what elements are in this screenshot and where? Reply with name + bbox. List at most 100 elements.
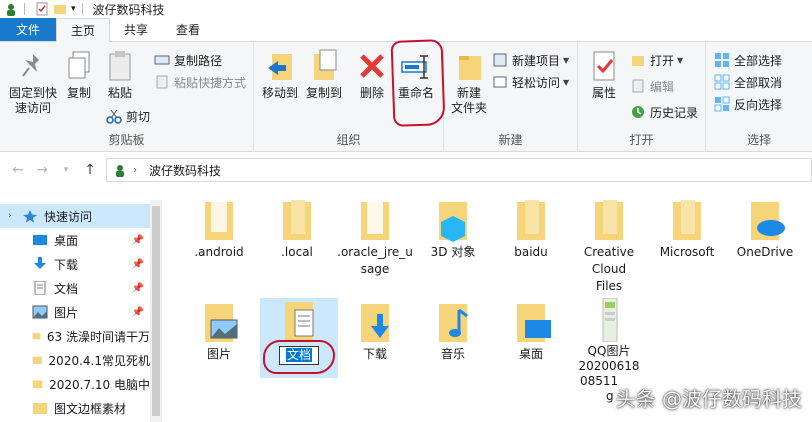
title-bar: ▾ 波仔数码科技 bbox=[0, 0, 812, 18]
nav-folder-1[interactable]: 63 洗澡时间请干万 bbox=[0, 324, 150, 348]
nav-quick-access[interactable]: › 快速访问 bbox=[0, 204, 150, 228]
select-none-button[interactable]: 全部取消 bbox=[714, 72, 782, 92]
rename-text-selected[interactable]: 文档 bbox=[285, 348, 312, 362]
properties-quick-icon[interactable] bbox=[35, 2, 49, 16]
cut-button[interactable]: 剪切 bbox=[106, 106, 150, 126]
tab-view[interactable]: 查看 bbox=[162, 18, 214, 41]
select-all-button[interactable]: 全部选择 bbox=[714, 50, 782, 70]
tab-file[interactable]: 文件 bbox=[0, 18, 57, 41]
folder-icon bbox=[283, 200, 311, 240]
new-item-button[interactable]: 新建项目 ▼ bbox=[492, 50, 569, 70]
file-item[interactable]: 音乐 bbox=[414, 300, 492, 363]
folder-icon bbox=[205, 200, 233, 240]
easy-access-chevron-down-icon: ▼ bbox=[563, 77, 570, 87]
file-item[interactable]: OneDrive bbox=[726, 198, 804, 261]
file-name: 3D 对象 bbox=[430, 245, 476, 259]
tab-share[interactable]: 共享 bbox=[110, 18, 162, 41]
desktop-folder-icon bbox=[517, 304, 551, 342]
nav-downloads[interactable]: 下载 📌 bbox=[0, 252, 150, 276]
history-button[interactable]: 历史记录 bbox=[630, 102, 698, 122]
nav-desktop[interactable]: 桌面 📌 bbox=[0, 228, 150, 252]
nav-folder-2[interactable]: 2020.4.1常见死机 bbox=[0, 348, 150, 372]
breadcrumb-current[interactable]: 波仔数码科技 bbox=[149, 162, 221, 179]
up-arrow-icon[interactable]: ↑ bbox=[78, 162, 102, 178]
recent-locations-chevron-icon[interactable]: ▾ bbox=[54, 165, 78, 175]
expand-chevron-icon[interactable]: › bbox=[8, 211, 12, 221]
file-item[interactable]: 图片 bbox=[180, 300, 258, 363]
quick-access-separator bbox=[24, 3, 25, 15]
invert-selection-icon bbox=[714, 96, 730, 112]
nav-scrollbar-thumb[interactable] bbox=[152, 206, 160, 416]
nav-label: 图文边框素材 bbox=[54, 401, 127, 416]
file-item[interactable]: .oracle_jre_usage bbox=[336, 198, 414, 278]
organize-group: 移动到 复制到 删除 重命名 组织 bbox=[254, 42, 444, 152]
onedrive-folder-icon bbox=[751, 202, 785, 240]
file-name: 桌面 bbox=[518, 347, 543, 361]
properties-icon bbox=[593, 51, 615, 81]
edit-button[interactable]: 编辑 bbox=[630, 76, 674, 96]
nav-documents[interactable]: 文档 📌 bbox=[0, 276, 150, 300]
nav-folder-3[interactable]: 2020.7.10 电脑中 bbox=[0, 372, 150, 396]
copy-to-label: 复制到 bbox=[305, 86, 342, 100]
rename-button[interactable]: 重命名 bbox=[394, 48, 438, 101]
invert-selection-button[interactable]: 反向选择 bbox=[714, 94, 782, 114]
folder-icon bbox=[32, 380, 43, 389]
pin-quick-label: 固定到快 bbox=[8, 86, 57, 100]
address-bar[interactable]: › 波仔数码科技 bbox=[106, 158, 812, 182]
open-button[interactable]: 打开 ▼ bbox=[630, 50, 683, 70]
rename-input[interactable]: 文档 bbox=[278, 346, 319, 365]
nav-folder-4[interactable]: 图文边框素材 bbox=[0, 396, 150, 420]
file-item[interactable]: .local bbox=[258, 198, 336, 261]
customize-quick-access-icon[interactable]: ▾ bbox=[71, 4, 76, 14]
folder-icon bbox=[517, 200, 545, 240]
file-item[interactable]: Creative Cloud Files bbox=[570, 198, 648, 295]
nav-pictures[interactable]: 图片 📌 bbox=[0, 300, 150, 324]
move-to-label: 移动到 bbox=[261, 86, 298, 100]
file-name: .oracle_jre_usage bbox=[337, 245, 413, 276]
open-label: 打开 bbox=[650, 53, 675, 68]
copy-path-button[interactable]: 复制路径 bbox=[154, 50, 222, 70]
nav-label: 桌面 bbox=[54, 233, 79, 248]
new-folder-label-2: 文件夹 bbox=[450, 101, 487, 115]
paste-label: 粘贴 bbox=[107, 86, 132, 100]
forward-arrow-icon[interactable]: → bbox=[30, 162, 54, 178]
invert-selection-label: 反向选择 bbox=[734, 97, 783, 112]
file-item[interactable]: 下载 bbox=[336, 300, 414, 363]
delete-button[interactable]: 删除 bbox=[356, 48, 388, 101]
file-item[interactable]: 3D 对象 bbox=[414, 198, 492, 261]
folder-icon bbox=[595, 200, 623, 240]
new-folder-button[interactable]: 新建 文件夹 bbox=[448, 48, 490, 116]
file-item[interactable]: Microsoft bbox=[648, 198, 726, 261]
back-arrow-icon[interactable]: ← bbox=[6, 162, 30, 178]
properties-button[interactable]: 属性 bbox=[586, 48, 622, 101]
folder-icon bbox=[361, 200, 389, 240]
file-item[interactable]: .android bbox=[180, 198, 258, 261]
file-item[interactable]: baidu bbox=[492, 198, 570, 261]
copy-button[interactable]: 复制 bbox=[62, 48, 96, 101]
pin-quick-access-button[interactable]: 固定到快 速访问 bbox=[6, 48, 60, 116]
app-icon[interactable] bbox=[4, 2, 18, 16]
tab-home[interactable]: 主页 bbox=[56, 18, 111, 42]
paste-shortcut-label: 粘贴快捷方式 bbox=[174, 75, 247, 90]
file-item-selected[interactable]: 文档 bbox=[260, 298, 338, 378]
select-none-label: 全部取消 bbox=[734, 75, 783, 90]
copy-icon bbox=[68, 51, 90, 79]
paste-shortcut-icon bbox=[156, 75, 168, 89]
easy-access-button[interactable]: 轻松访问 ▼ bbox=[492, 72, 569, 92]
copy-label: 复制 bbox=[66, 86, 91, 100]
paste-shortcut-button[interactable]: 粘贴快捷方式 bbox=[154, 72, 246, 92]
move-to-button[interactable]: 移动到 bbox=[260, 48, 300, 101]
open-group-label: 打开 bbox=[629, 133, 654, 147]
copy-path-label: 复制路径 bbox=[174, 53, 223, 68]
paste-button[interactable]: 粘贴 bbox=[102, 48, 138, 101]
pin-quick-label-2: 速访问 bbox=[14, 101, 51, 115]
pin-icon bbox=[22, 54, 39, 77]
breadcrumb-separator-icon[interactable]: › bbox=[133, 165, 137, 176]
ribbon-tabs: 文件 主页 共享 查看 bbox=[0, 18, 812, 42]
file-item[interactable]: 桌面 bbox=[492, 300, 570, 363]
nav-label: 下载 bbox=[54, 257, 79, 272]
copy-to-button[interactable]: 复制到 bbox=[304, 48, 344, 101]
nav-label: 2020.4.1常见死机 bbox=[48, 353, 150, 368]
new-folder-quick-icon[interactable] bbox=[53, 2, 67, 16]
nav-label: 快速访问 bbox=[44, 209, 93, 224]
